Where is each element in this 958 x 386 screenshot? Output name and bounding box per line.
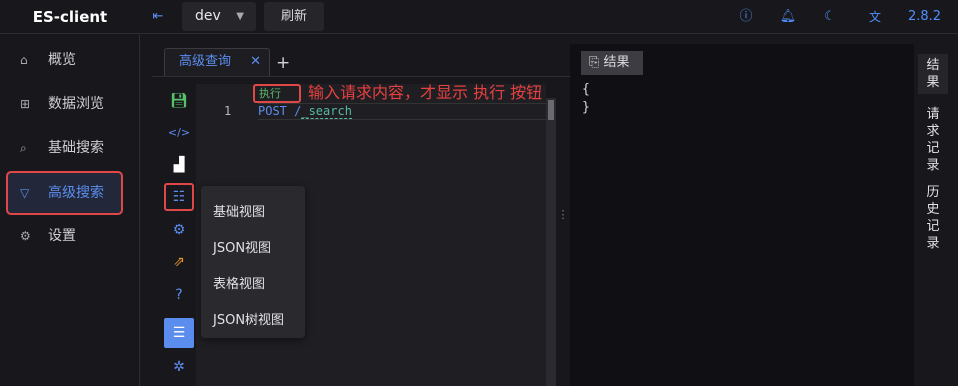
result-pane: [570, 44, 914, 386]
tab-label: 高级查询: [179, 54, 232, 69]
sidebar-item-basic-search[interactable]: ⌕ 基础搜索: [8, 128, 132, 168]
view-mode-menu: 基础视图 JSON视图 表格视图 JSON树视图: [201, 186, 305, 338]
sidebar-item-advanced-search[interactable]: ▽ 高级搜索: [6, 171, 123, 215]
sidebar-item-label: 基础搜索: [48, 140, 104, 156]
settings-icon[interactable]: ⚙: [164, 215, 194, 245]
menu-item-table-view[interactable]: 表格视图: [213, 273, 265, 292]
menu-item-basic-view[interactable]: 基础视图: [213, 201, 265, 220]
save-icon[interactable]: 💾︎: [164, 86, 194, 116]
line-number: 1: [224, 104, 232, 118]
run-button[interactable]: 执行: [253, 84, 301, 103]
search-icon: ⌕: [20, 141, 27, 155]
editor-scrollbar[interactable]: [546, 98, 556, 386]
code-line[interactable]: POST /_search: [258, 103, 548, 120]
grid-icon: ⊞: [20, 97, 31, 111]
menu-item-json-view[interactable]: JSON视图: [213, 237, 271, 256]
sidebar-item-overview[interactable]: ⌂ 概览: [8, 40, 132, 80]
environment-select[interactable]: dev ▼: [182, 2, 256, 31]
export-icon[interactable]: ⇗: [164, 247, 194, 277]
close-icon[interactable]: ✕: [250, 49, 261, 75]
result-button-label: 结果: [603, 55, 630, 70]
help-icon[interactable]: ?: [164, 280, 194, 310]
json-close: }: [582, 100, 590, 115]
tab-divider: [152, 76, 570, 77]
tab-result[interactable]: 结果: [918, 54, 948, 94]
bookmark-icon: ⎘: [589, 55, 604, 70]
result-button[interactable]: ⎘ 结果: [581, 51, 643, 75]
bell-icon[interactable]: 🔔︎: [779, 8, 797, 26]
sidebar-item-label: 高级搜索: [48, 185, 104, 201]
brush-icon[interactable]: ▟: [164, 150, 194, 180]
code-icon[interactable]: </>: [164, 118, 194, 148]
sidebar-item-settings[interactable]: ⚙ 设置: [8, 216, 132, 256]
tab-request-history[interactable]: 请求记录: [918, 106, 948, 174]
translate-icon[interactable]: 文: [866, 8, 884, 26]
sidebar-item-label: 设置: [48, 228, 76, 244]
tab-result-label: 结果: [926, 58, 940, 90]
tab-history-records-label: 历史记录: [926, 185, 940, 251]
environment-value: dev: [195, 8, 221, 24]
tab-advanced-query[interactable]: 高级查询 ✕: [164, 48, 270, 76]
info-icon[interactable]: ⓘ: [737, 8, 755, 26]
home-icon: ⌂: [20, 53, 28, 67]
tab-request-history-label: 请求记录: [926, 107, 940, 173]
http-method: POST: [258, 104, 287, 118]
sidebar-item-data-browse[interactable]: ⊞ 数据浏览: [8, 84, 132, 124]
split-handle[interactable]: ⋮: [556, 84, 570, 386]
view-mode-icon[interactable]: ☷: [164, 183, 194, 211]
refresh-button[interactable]: 刷新: [264, 2, 324, 31]
list-icon[interactable]: ☰: [164, 318, 194, 348]
path-separator: /: [286, 104, 302, 118]
sidebar-item-label: 概览: [48, 52, 76, 68]
scrollbar-thumb[interactable]: [548, 100, 554, 120]
json-open: {: [582, 82, 590, 97]
version-label: 2.8.2: [908, 9, 942, 24]
filter-icon: ▽: [20, 186, 30, 200]
gear-icon: ⚙: [20, 229, 31, 243]
app-logo: ES-client: [32, 8, 108, 26]
moon-icon[interactable]: ☾: [821, 8, 839, 26]
sidebar-item-label: 数据浏览: [48, 96, 104, 112]
tab-history-records[interactable]: 历史记录: [918, 184, 948, 252]
top-bar: [0, 0, 958, 34]
bug-icon[interactable]: ✲: [164, 352, 194, 382]
editor-toolbar: 💾︎ </> ▟ ☷ ⚙ ⇗ ? ☰ ✲: [164, 84, 194, 384]
add-tab-icon[interactable]: +: [276, 53, 290, 73]
result-json: {}: [582, 81, 590, 117]
collapse-sidebar-icon[interactable]: ⇤: [150, 9, 166, 25]
annotation-text: 输入请求内容，才显示 执行 按钮: [308, 83, 543, 102]
menu-item-json-tree-view[interactable]: JSON树视图: [213, 309, 284, 328]
chevron-down-icon: ▼: [236, 11, 244, 22]
request-path: _search: [301, 104, 352, 119]
